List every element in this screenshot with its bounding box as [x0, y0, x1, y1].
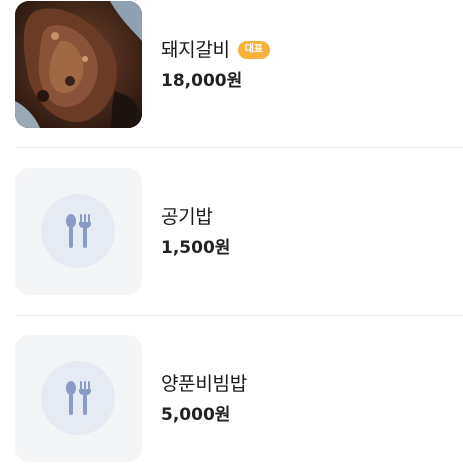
menu-item-name: 돼지갈비	[161, 39, 230, 61]
name-row: 공기밥	[161, 205, 213, 229]
menu-item-info: 양푼비빔밥 5,000원	[161, 335, 451, 463]
name-row: 양푼비빔밥	[161, 372, 247, 396]
menu-item-bibimbap[interactable]: 양푼비빔밥 5,000원	[0, 335, 463, 463]
utensils-placeholder-icon	[41, 194, 115, 268]
menu-item-price: 5,000원	[161, 405, 231, 425]
menu-item-info: 공기밥 1,500원	[161, 168, 451, 296]
menu-item-pork-ribs[interactable]: 돼지갈비 대표 18,000원	[0, 1, 463, 129]
image-placeholder	[15, 168, 142, 295]
menu-item-info: 돼지갈비 대표 18,000원	[161, 1, 451, 129]
signature-badge: 대표	[237, 41, 271, 59]
divider	[15, 147, 463, 148]
pork-ribs-photo	[15, 1, 142, 128]
menu-item-name: 공기밥	[161, 206, 213, 228]
menu-item-rice[interactable]: 공기밥 1,500원	[0, 168, 463, 296]
name-row: 돼지갈비 대표	[161, 38, 271, 62]
menu-item-name: 양푼비빔밥	[161, 373, 247, 395]
menu-item-price: 1,500원	[161, 238, 231, 258]
utensils-placeholder-icon	[41, 361, 115, 435]
menu-item-price: 18,000원	[161, 71, 243, 91]
image-placeholder	[15, 335, 142, 462]
menu-list: 돼지갈비 대표 18,000원 공기밥 1,500원 양푼비빔밥 5,000원	[0, 0, 463, 470]
divider	[15, 315, 463, 316]
